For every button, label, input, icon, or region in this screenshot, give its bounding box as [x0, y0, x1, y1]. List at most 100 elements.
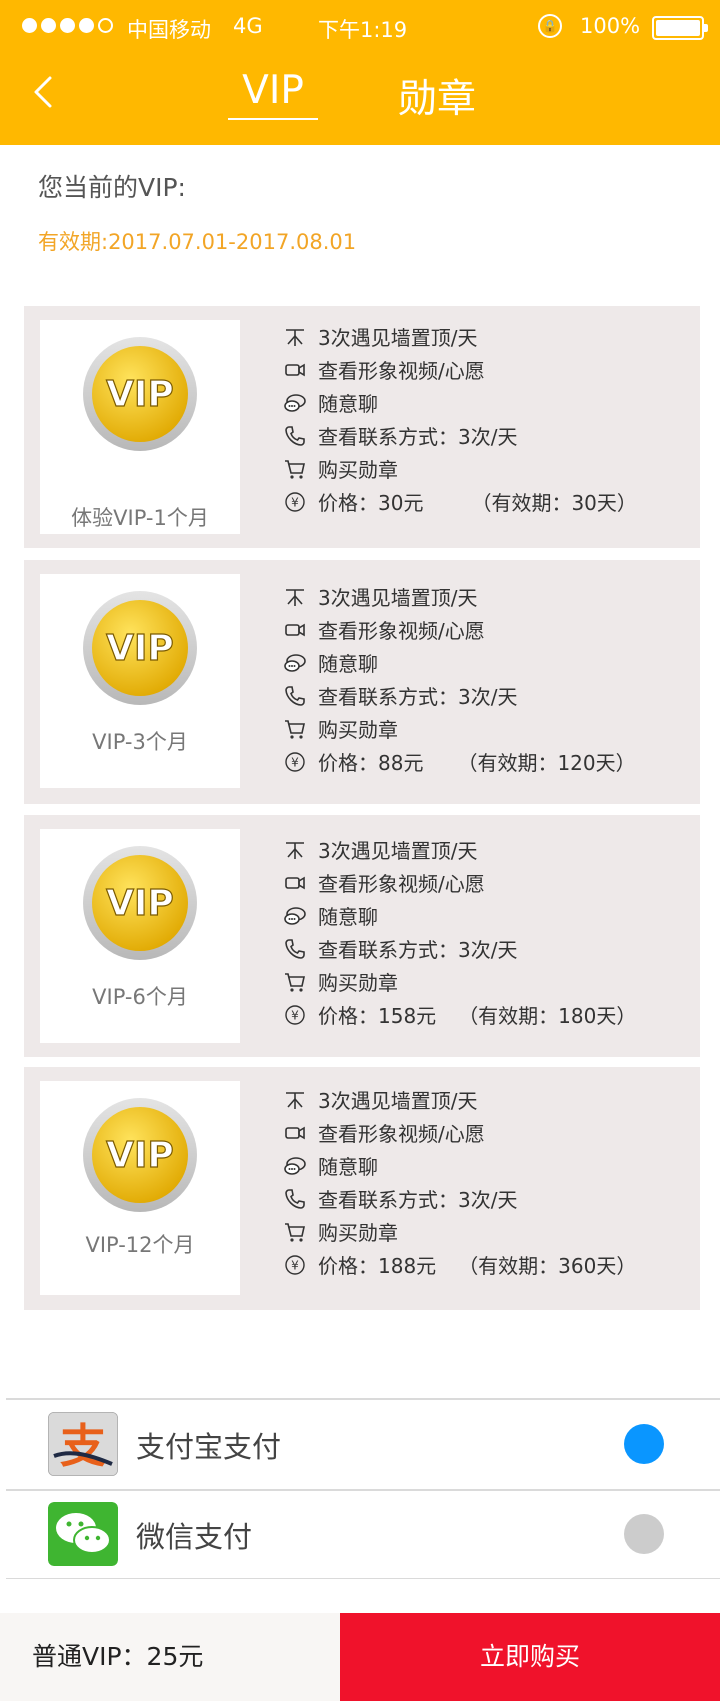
cart-icon — [282, 1219, 308, 1245]
current-validity: 有效期:2017.07.01-2017.08.01 — [38, 230, 357, 254]
svg-text:VIP: VIP — [106, 374, 174, 415]
plan-validity: （有效期：30天） — [471, 491, 637, 515]
feature-badge: 购买勋章 — [282, 1215, 636, 1248]
vip-plan-name: VIP-12个月 — [85, 1233, 195, 1257]
battery-percent: 100% — [580, 14, 641, 38]
yuan-icon: ¥ — [282, 749, 308, 775]
tab-badges[interactable]: 勋章 — [398, 68, 478, 124]
alipay-icon: 支 — [48, 1412, 118, 1476]
video-icon — [282, 617, 308, 643]
vip-plan-card[interactable]: VIP 体验VIP-1个月 3次遇见墙置顶/天 查看形象视频/心愿 随意聊 查看… — [24, 306, 700, 548]
yuan-icon: ¥ — [282, 1252, 308, 1278]
vip-medal-icon: VIP — [83, 1098, 197, 1212]
tab-vip[interactable]: VIP — [228, 68, 318, 113]
chevron-left-icon — [34, 76, 52, 108]
signal-strength-icon — [22, 18, 113, 33]
vip-plan-features: 3次遇见墙置顶/天 查看形象视频/心愿 随意聊 查看联系方式：3次/天 购买勋章… — [282, 320, 637, 518]
phone-icon — [282, 1186, 308, 1212]
vip-plan-card[interactable]: VIP VIP-3个月 3次遇见墙置顶/天 查看形象视频/心愿 随意聊 查看联系… — [24, 560, 700, 804]
divider — [6, 1578, 720, 1579]
pin-top-icon — [282, 837, 308, 863]
plan-validity: （有效期：360天） — [458, 1254, 637, 1278]
feature-price: ¥ 价格：188元 （有效期：360天） — [282, 1248, 636, 1281]
plan-price: 价格：88元 — [318, 751, 424, 775]
pin-top-icon — [282, 324, 308, 350]
vip-plan-thumb: VIP 体验VIP-1个月 — [40, 320, 240, 534]
vip-plan-card[interactable]: VIP VIP-6个月 3次遇见墙置顶/天 查看形象视频/心愿 随意聊 查看联系… — [24, 815, 700, 1057]
yuan-icon: ¥ — [282, 489, 308, 515]
network-type: 4G — [233, 14, 263, 38]
feature-badge: 购买勋章 — [282, 712, 636, 745]
rotation-lock-icon: 🔒 — [538, 14, 562, 38]
chat-icon — [282, 903, 308, 929]
radio-selected[interactable] — [624, 1424, 664, 1464]
wechat-icon — [48, 1502, 118, 1566]
svg-text:¥: ¥ — [291, 1258, 299, 1272]
chat-icon — [282, 650, 308, 676]
vip-plan-name: VIP-6个月 — [92, 985, 188, 1009]
video-icon — [282, 870, 308, 896]
feature-badge: 购买勋章 — [282, 965, 636, 998]
payment-label: 微信支付 — [136, 1520, 253, 1554]
checkout-bar: 普通VIP：25元 立即购买 — [0, 1613, 720, 1701]
chat-icon — [282, 390, 308, 416]
plan-validity: （有效期：120天） — [457, 751, 636, 775]
vip-medal-icon: VIP — [83, 337, 197, 451]
vip-plan-name: VIP-3个月 — [92, 730, 188, 754]
feature-top: 3次遇见墙置顶/天 — [282, 1083, 636, 1116]
feature-video: 查看形象视频/心愿 — [282, 613, 636, 646]
plan-price: 价格：188元 — [318, 1254, 437, 1278]
feature-contact: 查看联系方式：3次/天 — [282, 932, 636, 965]
back-button[interactable] — [32, 74, 54, 110]
svg-text:VIP: VIP — [106, 883, 174, 924]
svg-text:VIP: VIP — [106, 628, 174, 669]
phone-icon — [282, 683, 308, 709]
feature-video: 查看形象视频/心愿 — [282, 866, 636, 899]
vip-plan-name: 体验VIP-1个月 — [71, 506, 209, 530]
cart-icon — [282, 969, 308, 995]
svg-text:¥: ¥ — [291, 495, 299, 509]
svg-text:VIP: VIP — [106, 1135, 174, 1176]
feature-chat: 随意聊 — [282, 899, 636, 932]
video-icon — [282, 1120, 308, 1146]
payment-option-alipay[interactable]: 支 支付宝支付 — [0, 1400, 720, 1488]
plan-price: 价格：158元 — [318, 1004, 437, 1028]
video-icon — [282, 357, 308, 383]
phone-icon — [282, 423, 308, 449]
payment-option-wechat[interactable]: 微信支付 — [0, 1490, 720, 1578]
feature-price: ¥ 价格：30元 （有效期：30天） — [282, 485, 637, 518]
buy-now-button[interactable]: 立即购买 — [340, 1613, 720, 1701]
payment-label: 支付宝支付 — [136, 1430, 282, 1464]
svg-text:¥: ¥ — [291, 1008, 299, 1022]
selected-price: 普通VIP：25元 — [0, 1613, 340, 1701]
yuan-icon: ¥ — [282, 1002, 308, 1028]
feature-top: 3次遇见墙置顶/天 — [282, 833, 636, 866]
feature-badge: 购买勋章 — [282, 452, 637, 485]
feature-video: 查看形象视频/心愿 — [282, 353, 637, 386]
feature-video: 查看形象视频/心愿 — [282, 1116, 636, 1149]
chat-icon — [282, 1153, 308, 1179]
feature-contact: 查看联系方式：3次/天 — [282, 1182, 636, 1215]
active-tab-indicator — [228, 118, 318, 120]
feature-chat: 随意聊 — [282, 1149, 636, 1182]
pin-top-icon — [282, 584, 308, 610]
current-vip-label: 您当前的VIP: — [38, 173, 186, 202]
cart-icon — [282, 716, 308, 742]
radio-unselected[interactable] — [624, 1514, 664, 1554]
vip-plan-card[interactable]: VIP VIP-12个月 3次遇见墙置顶/天 查看形象视频/心愿 随意聊 查看联… — [24, 1067, 700, 1310]
phone-icon — [282, 936, 308, 962]
vip-medal-icon: VIP — [83, 846, 197, 960]
status-bar: 中国移动 4G 下午1:19 🔒 100% — [0, 12, 720, 44]
feature-chat: 随意聊 — [282, 646, 636, 679]
vip-plan-features: 3次遇见墙置顶/天 查看形象视频/心愿 随意聊 查看联系方式：3次/天 购买勋章… — [282, 580, 636, 778]
plan-price: 价格：30元 — [318, 491, 424, 515]
svg-text:支: 支 — [60, 1419, 106, 1473]
app-header: 中国移动 4G 下午1:19 🔒 100% VIP 勋章 — [0, 0, 720, 145]
pin-top-icon — [282, 1087, 308, 1113]
carrier-name: 中国移动 — [127, 18, 211, 42]
status-time: 下午1:19 — [318, 18, 408, 42]
feature-top: 3次遇见墙置顶/天 — [282, 320, 637, 353]
vip-plan-thumb: VIP VIP-12个月 — [40, 1081, 240, 1295]
cart-icon — [282, 456, 308, 482]
svg-text:¥: ¥ — [291, 755, 299, 769]
